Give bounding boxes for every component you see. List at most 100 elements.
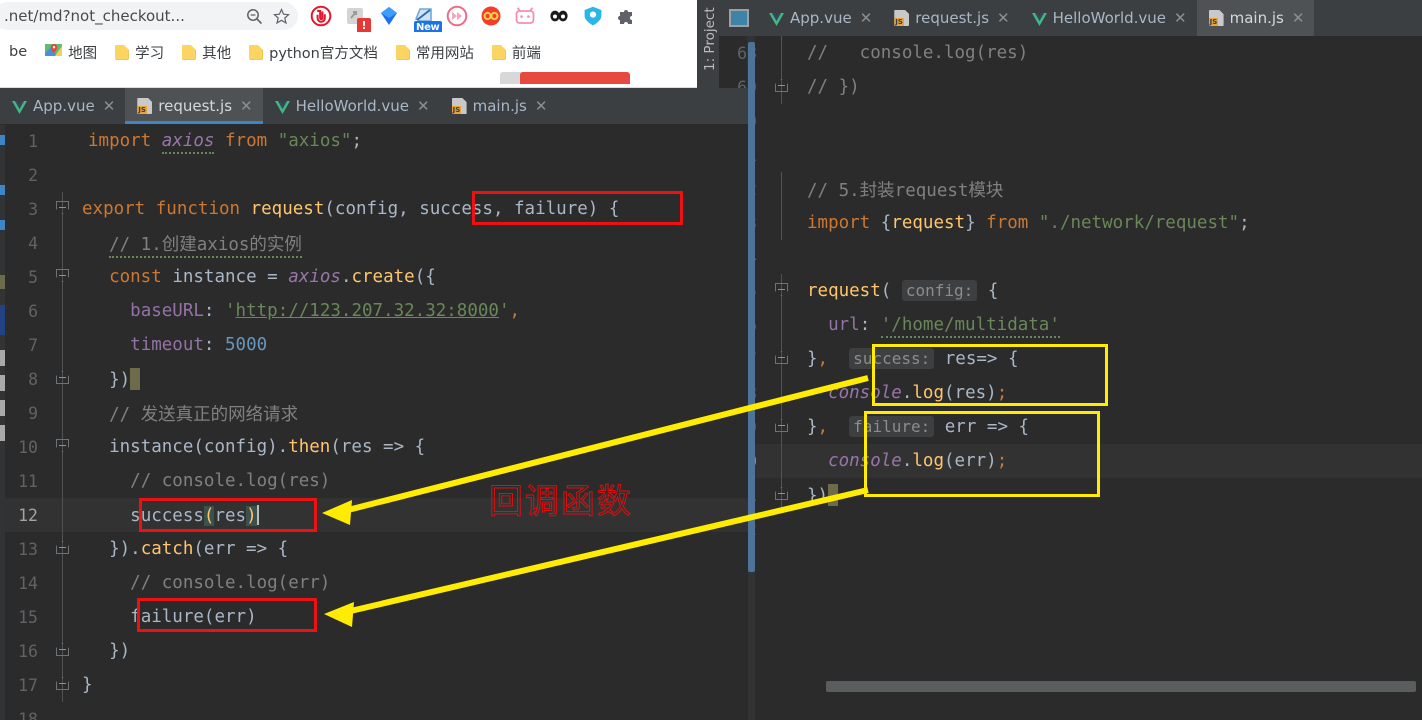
text-caret	[130, 368, 141, 390]
tab-main-js[interactable]: main.js ✕	[1196, 0, 1315, 36]
gutter[interactable]	[46, 464, 82, 498]
gutter[interactable]	[46, 226, 82, 260]
bookmark-star-icon[interactable]	[273, 7, 290, 25]
right-vertical-scroll-track[interactable]	[747, 36, 755, 720]
address-bar[interactable]: .net/md?not_checkout...	[0, 2, 298, 30]
bookmark-label: python官方文档	[269, 45, 378, 62]
gutter[interactable]	[46, 294, 82, 328]
gutter[interactable]	[46, 532, 82, 566]
close-icon[interactable]: ✕	[417, 97, 430, 115]
line-number: 13	[18, 539, 38, 559]
tab-helloworld-vue[interactable]: HelloWorld.vue ✕	[263, 88, 440, 124]
tab-request-js[interactable]: request.js ✕	[882, 0, 1019, 36]
shield-icon[interactable]	[582, 5, 604, 27]
broken-extension-icon[interactable]: !	[344, 5, 371, 33]
gutter[interactable]	[765, 512, 801, 546]
gutter[interactable]	[765, 104, 801, 138]
fold-marker	[56, 269, 69, 282]
code-line: 7 timeout: 5000	[0, 328, 748, 362]
gutter[interactable]	[765, 206, 801, 240]
gutter[interactable]	[765, 308, 801, 342]
gutter[interactable]	[765, 478, 801, 512]
close-icon[interactable]: ✕	[997, 9, 1010, 27]
right-code-editor[interactable]: 68 // console.log(res) 69 // }) 70 71	[719, 36, 1422, 720]
gutter[interactable]	[765, 240, 801, 274]
fast-forward-icon[interactable]	[446, 5, 468, 27]
project-tool-strip[interactable]: 1: Project	[697, 0, 719, 88]
code-content: // console.log(err)	[130, 573, 331, 593]
bookmark-item-study[interactable]: 学习	[106, 40, 173, 65]
gutter[interactable]	[46, 192, 82, 226]
bookmark-item-python-docs[interactable]: python官方文档	[240, 40, 387, 65]
gutter[interactable]	[46, 634, 82, 668]
gutter[interactable]	[765, 172, 801, 206]
code-line: 80 console.log(err);	[719, 444, 1422, 478]
code-line: 18	[0, 702, 748, 720]
close-icon[interactable]: ✕	[535, 97, 548, 115]
close-icon[interactable]: ✕	[103, 97, 116, 115]
screenshot-icon[interactable]: New	[412, 5, 442, 34]
folder-icon	[182, 44, 197, 60]
adblock-icon[interactable]	[310, 5, 332, 27]
close-icon[interactable]: ✕	[1292, 9, 1305, 27]
gutter[interactable]	[46, 498, 82, 532]
line-number: 9	[28, 403, 38, 423]
gutter[interactable]	[765, 342, 801, 376]
tab-helloworld-vue[interactable]: HelloWorld.vue ✕	[1020, 0, 1197, 36]
gutter[interactable]	[46, 600, 82, 634]
gutter[interactable]	[765, 36, 801, 70]
gutter[interactable]	[46, 362, 82, 396]
code-line: 68 // console.log(res)	[719, 36, 1422, 70]
tab-request-js[interactable]: request.js ✕	[125, 88, 263, 124]
puzzle-icon[interactable]	[616, 5, 638, 27]
tab-label: App.vue	[33, 97, 95, 115]
gutter[interactable]	[765, 138, 801, 172]
bookmark-item-be[interactable]: be	[0, 42, 36, 62]
infinity-icon[interactable]	[480, 5, 502, 27]
tab-app-vue[interactable]: App.vue ✕	[0, 88, 125, 124]
close-icon[interactable]: ✕	[860, 9, 873, 27]
bookmark-item-other[interactable]: 其他	[173, 40, 240, 65]
horizontal-scrollbar[interactable]	[826, 681, 1416, 692]
fold-marker	[56, 201, 69, 214]
left-code-editor[interactable]: 1 import axios from "axios"; 2 3 export …	[0, 124, 748, 720]
gutter[interactable]	[765, 274, 801, 308]
code-content: // console.log(res)	[130, 471, 331, 491]
gutter[interactable]	[765, 70, 801, 104]
gutter[interactable]	[765, 376, 801, 410]
tab-app-vue[interactable]: App.vue ✕	[757, 0, 882, 36]
gutter[interactable]	[46, 124, 82, 158]
window-preview-icon[interactable]	[729, 9, 749, 27]
gutter[interactable]	[46, 260, 82, 294]
close-icon[interactable]: ✕	[240, 97, 253, 115]
gutter[interactable]	[46, 566, 82, 600]
fold-marker	[775, 79, 788, 92]
bookmark-item-map[interactable]: 地图	[36, 40, 106, 65]
gutter[interactable]	[46, 430, 82, 464]
panda-eyes-icon[interactable]	[548, 5, 570, 27]
gutter[interactable]	[46, 328, 82, 362]
gutter[interactable]	[46, 396, 82, 430]
line-number: 10	[18, 437, 38, 457]
text-caret	[256, 504, 259, 525]
gutter[interactable]	[46, 668, 82, 702]
left-marker-strip[interactable]	[0, 125, 5, 720]
gutter[interactable]	[46, 158, 82, 192]
project-tool-label: 1: Project	[702, 7, 718, 71]
code-line: 74	[719, 240, 1422, 274]
code-content: baseURL: 'http://123.207.32.32:8000',	[130, 301, 521, 321]
gutter[interactable]	[765, 444, 801, 478]
bookmark-label: 其他	[202, 45, 232, 62]
param-hint-success: success:	[849, 348, 935, 369]
code-line: 2	[0, 158, 748, 192]
location-pin-icon[interactable]	[378, 5, 400, 27]
bookmark-item-frontend[interactable]: 前端	[483, 40, 550, 65]
bookmark-item-common-sites[interactable]: 常用网站	[387, 40, 483, 65]
gutter[interactable]	[46, 702, 82, 720]
tab-main-js[interactable]: main.js ✕	[440, 88, 558, 124]
gutter[interactable]	[765, 410, 801, 444]
close-icon[interactable]: ✕	[1174, 9, 1187, 27]
right-vertical-scroll-thumb[interactable]	[748, 42, 755, 572]
bilibili-icon[interactable]	[514, 5, 536, 27]
zoom-out-icon[interactable]	[246, 8, 263, 25]
